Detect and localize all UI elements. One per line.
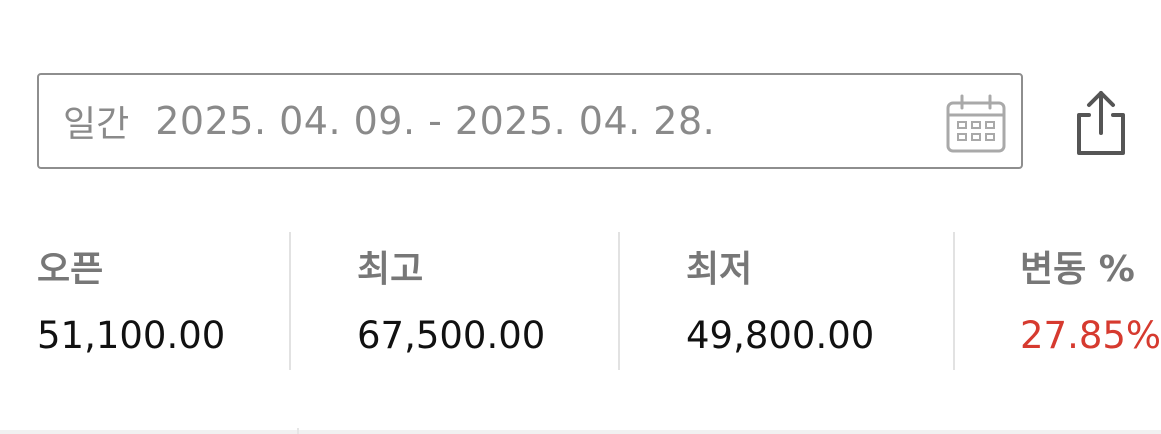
price-stats: 오픈 51,100.00 최고 67,500.00 최저 49,800.00 변… [0, 232, 1161, 370]
stat-low-value: 49,800.00 [686, 314, 875, 357]
date-range-selector[interactable]: 일간 2025. 04. 09. - 2025. 04. 28. [37, 73, 1023, 169]
date-range-text: 2025. 04. 09. - 2025. 04. 28. [155, 99, 716, 143]
stat-high-label: 최고 [357, 249, 424, 290]
period-label: 일간 [63, 104, 130, 145]
calendar-icon[interactable] [945, 94, 1007, 154]
bottom-divider-tick [297, 428, 299, 434]
stat-high-value: 67,500.00 [357, 314, 546, 357]
stat-change-label: 변동 % [1020, 249, 1135, 290]
page: 일간 2025. 04. 09. - 2025. 04. 28. 오픈 51,1… [0, 0, 1161, 434]
stat-low-label: 최저 [686, 249, 753, 290]
stat-divider [618, 232, 620, 370]
stat-open-value: 51,100.00 [37, 314, 226, 357]
stat-divider [953, 232, 955, 370]
bottom-divider [0, 430, 1161, 434]
stat-divider [289, 232, 291, 370]
stat-open-label: 오픈 [37, 249, 104, 290]
share-icon[interactable] [1073, 89, 1129, 157]
stat-change-value: 27.85% [1020, 314, 1161, 357]
